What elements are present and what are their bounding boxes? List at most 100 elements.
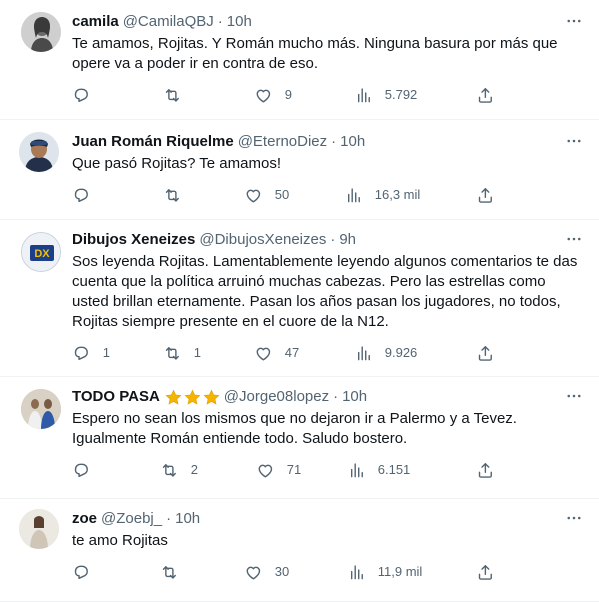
display-name[interactable]: camila [72,12,119,32]
separator-dot: · [331,133,337,150]
star-emoji-icon [184,389,201,406]
share-button[interactable] [476,86,495,105]
like-count: 47 [284,345,300,361]
timestamp[interactable]: 9h [339,230,356,250]
views-button[interactable]: 5.792 [354,86,417,105]
action-bar: 50 16,3 mil [72,186,583,206]
avatar[interactable] [19,132,59,172]
more-options-icon[interactable] [565,12,583,30]
star-emoji-icon [165,389,182,406]
tweet-todo-pasa[interactable]: TODO PASA @Jorge08lopez · 10h Espero no … [0,377,599,499]
more-options-icon[interactable] [565,132,583,150]
display-name[interactable]: Dibujos Xeneizes [72,230,195,250]
reply-button[interactable]: 1 [72,344,110,363]
heart-icon [244,186,263,205]
display-name[interactable]: Juan Román Riquelme [72,132,234,152]
retweet-icon [160,461,179,480]
separator-dot: · [166,510,172,527]
retweet-icon [163,344,182,363]
like-count: 71 [286,462,302,478]
views-button[interactable]: 9.926 [354,344,417,363]
views-chart-icon [354,86,373,105]
share-button[interactable] [476,186,495,205]
avatar[interactable] [19,509,59,549]
retweet-button[interactable] [163,86,194,105]
retweet-button[interactable] [163,186,194,205]
avatar[interactable]: DX [21,232,61,272]
reply-button[interactable] [72,461,103,480]
retweet-button[interactable]: 2 [160,461,198,480]
timestamp[interactable]: 10h [342,387,367,407]
retweet-count: 2 [190,462,198,478]
reply-icon [72,86,91,105]
tweet-text: Sos leyenda Rojitas. Lamentablemente ley… [72,253,578,330]
views-chart-icon [347,461,366,480]
more-options-icon[interactable] [565,509,583,527]
action-bar: 1 1 47 9.926 [72,344,583,364]
user-handle[interactable]: @Zoebj_ [101,509,162,529]
separator-dot: · [333,388,339,405]
share-icon [476,344,495,363]
reply-button[interactable] [72,563,103,582]
share-icon [476,461,495,480]
tweet-dibujos-xeneizes[interactable]: DX Dibujos Xeneizes @DibujosXeneizes · 9… [0,220,599,377]
retweet-icon [163,86,182,105]
action-bar: 30 11,9 mil [72,563,583,583]
view-count: 6.151 [377,462,411,478]
avatar[interactable] [21,12,61,52]
user-handle[interactable]: @DibujosXeneizes [199,230,326,250]
view-count: 16,3 mil [374,187,421,203]
share-button[interactable] [476,563,495,582]
more-options-icon[interactable] [565,230,583,248]
avatar-logo-text: DX [34,248,50,260]
tweet-zoe[interactable]: zoe @Zoebj_ · 10h te amo Rojitas 30 11,9… [0,499,599,602]
views-button[interactable]: 16,3 mil [344,186,420,205]
like-button[interactable]: 47 [254,344,299,363]
more-options-icon[interactable] [565,387,583,405]
reply-icon [72,461,91,480]
timestamp[interactable]: 10h [175,509,200,529]
views-button[interactable]: 11,9 mil [347,563,422,582]
reply-icon [72,344,91,363]
views-chart-icon [354,344,373,363]
star-emojis [165,389,220,406]
like-button[interactable]: 9 [254,86,292,105]
tweet-juan-roman-riquelme[interactable]: Juan Román Riquelme @EternoDiez · 10h Qu… [0,120,599,220]
tweet-text: Espero no sean los mismos que no dejaron… [72,410,517,447]
reply-button[interactable] [72,186,103,205]
separator-dot: · [217,13,223,30]
like-button[interactable]: 50 [244,186,289,205]
user-handle[interactable]: @CamilaQBJ [123,12,214,32]
views-button[interactable]: 6.151 [347,461,410,480]
retweet-button[interactable]: 1 [163,344,201,363]
separator-dot: · [330,231,336,248]
display-name[interactable]: TODO PASA [72,387,160,407]
tweet-text: Te amamos, Rojitas. Y Román mucho más. N… [72,35,558,72]
view-count: 5.792 [384,87,418,103]
reply-button[interactable] [72,86,103,105]
avatar[interactable] [21,389,61,429]
share-icon [476,186,495,205]
user-handle[interactable]: @EternoDiez [238,132,327,152]
heart-icon [254,344,273,363]
display-name[interactable]: zoe [72,509,97,529]
like-count: 30 [274,564,290,580]
retweet-button[interactable] [160,563,191,582]
timestamp[interactable]: 10h [340,132,365,152]
share-button[interactable] [476,344,495,363]
timestamp[interactable]: 10h [227,12,252,32]
user-handle[interactable]: @Jorge08lopez [224,387,329,407]
tweet-text: te amo Rojitas [72,532,168,549]
star-emoji-icon [203,389,220,406]
tweet-camila[interactable]: camila @CamilaQBJ · 10h Te amamos, Rojit… [0,0,599,120]
retweet-count: 1 [193,345,201,361]
like-button[interactable]: 71 [256,461,301,480]
like-button[interactable]: 30 [244,563,289,582]
retweet-icon [160,563,179,582]
retweet-icon [163,186,182,205]
action-bar: 2 71 6.151 [72,461,583,481]
heart-icon [254,86,273,105]
reply-feed: camila @CamilaQBJ · 10h Te amamos, Rojit… [0,0,599,602]
share-button[interactable] [476,461,495,480]
share-icon [476,86,495,105]
